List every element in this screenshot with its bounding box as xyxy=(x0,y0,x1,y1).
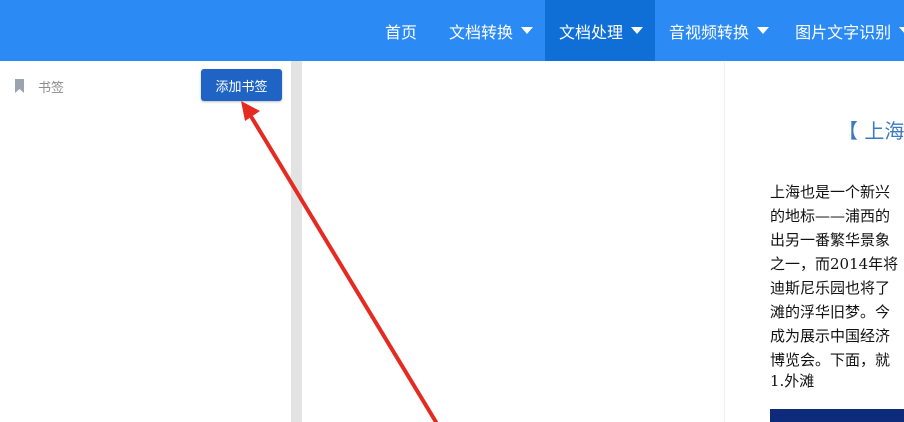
paragraph-line: 上海也是一个新兴 xyxy=(770,183,891,201)
document-title: 【 上海 xyxy=(838,119,904,143)
paragraph-line: 出另一番繁华景象 xyxy=(770,231,891,249)
nav-item-label: 文档处理 xyxy=(559,22,624,42)
chevron-down-icon xyxy=(757,27,770,34)
nav-item-label: 首页 xyxy=(385,22,418,42)
bookmark-label: 书签 xyxy=(38,81,65,96)
nav-item-label: 图片文字识别 xyxy=(795,22,892,42)
top-nav-bar: 首页 文档转换 文档处理 音视频转换 图片文字识别 xyxy=(0,0,904,61)
paragraph-line: 的地标——浦西的 xyxy=(770,207,891,225)
nav-item-doc-process[interactable]: 文档处理 xyxy=(545,0,656,61)
bookmark-icon xyxy=(15,79,24,93)
paragraph-line: 之一，而2014年将 xyxy=(770,255,899,273)
nav-item-home[interactable]: 首页 xyxy=(371,0,435,61)
nav-item-label: 文档转换 xyxy=(449,22,514,42)
nav-item-doc-convert[interactable]: 文档转换 xyxy=(435,0,545,61)
nav-item-ocr[interactable]: 图片文字识别 xyxy=(781,0,904,61)
document-page: 【 上海 上海也是一个新兴 的地标——浦西的 出另一番繁华景象 之一，而2014… xyxy=(724,61,904,422)
document-image xyxy=(770,409,904,422)
nav-item-av-convert[interactable]: 音视频转换 xyxy=(655,0,781,61)
add-bookmark-button[interactable]: 添加书签 xyxy=(201,69,282,101)
nav-item-label: 音视频转换 xyxy=(669,22,750,42)
document-paragraph: 上海也是一个新兴 的地标——浦西的 出另一番繁华景象 之一，而2014年将 迪斯… xyxy=(770,180,904,372)
paragraph-line: 成为展示中国经济 xyxy=(770,327,891,345)
sidebar-scrollbar[interactable] xyxy=(291,61,302,422)
section-heading: 1.外滩 xyxy=(770,372,815,390)
paragraph-line: 博览会。下面，就 xyxy=(770,351,891,369)
chevron-down-icon xyxy=(899,27,904,34)
main-nav: 首页 文档转换 文档处理 音视频转换 图片文字识别 xyxy=(371,0,904,61)
bookmark-sidebar: 书签 添加书签 xyxy=(0,61,291,422)
paragraph-line: 迪斯尼乐园也将了 xyxy=(770,279,891,297)
chevron-down-icon xyxy=(631,27,644,34)
chevron-down-icon xyxy=(521,27,534,34)
paragraph-line: 滩的浮华旧梦。今 xyxy=(770,303,891,321)
